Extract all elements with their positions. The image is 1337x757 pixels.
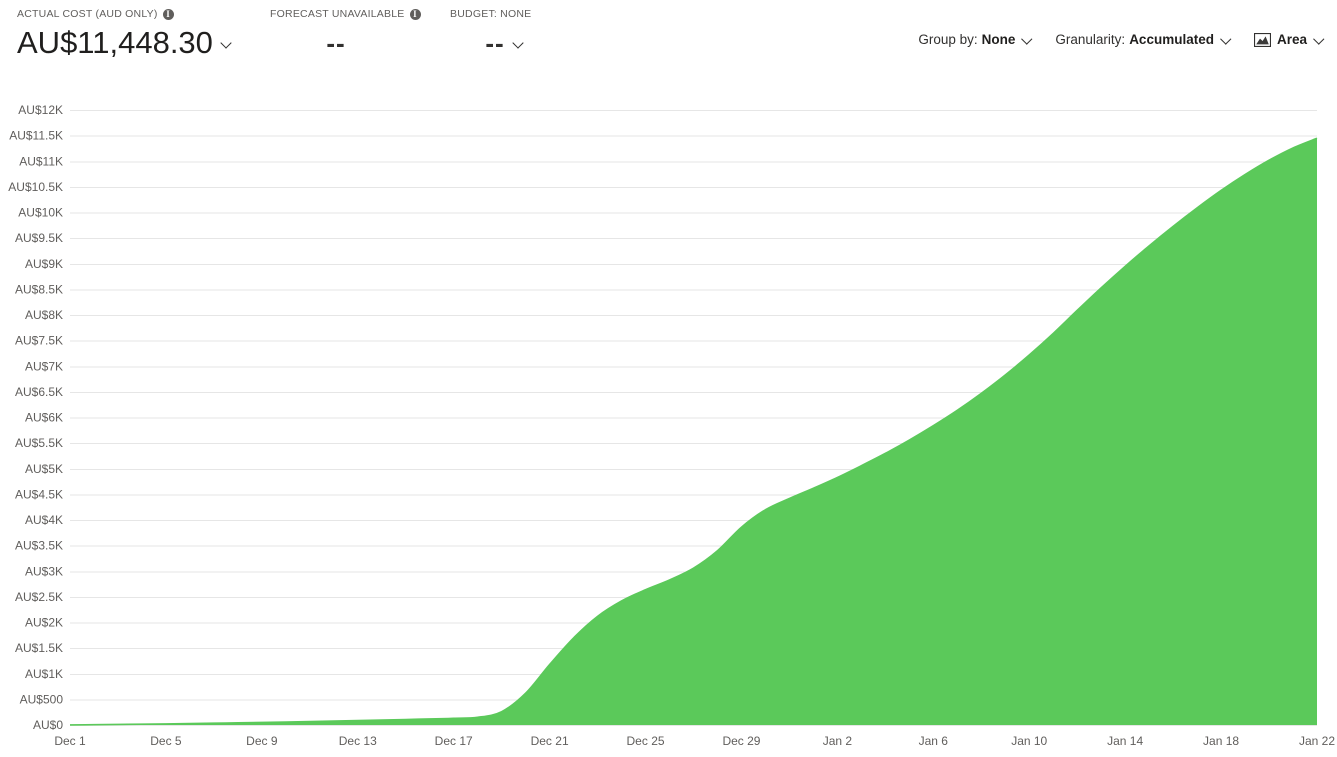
y-axis-tick-label: AU$9.5K (15, 231, 63, 245)
x-axis-tick-label: Dec 25 (627, 734, 665, 748)
chevron-down-icon[interactable] (1023, 35, 1033, 45)
y-axis-tick-label: AU$1K (25, 667, 63, 681)
y-axis-tick-label: AU$1.5K (15, 641, 63, 655)
kpi-actual-cost: ACTUAL COST (AUD ONLY) AU$11,448.30 (17, 7, 233, 63)
y-axis-tick-label: AU$10K (18, 206, 63, 220)
group-by-prefix: Group by: (918, 32, 978, 47)
kpi-budget-label-text: BUDGET: NONE (450, 8, 532, 20)
kpi-forecast-label-text: FORECAST UNAVAILABLE (270, 8, 405, 20)
y-axis-tick-label: AU$7.5K (15, 334, 63, 348)
chart-toolbar: Group by: None Granularity: Accumulated … (918, 32, 1325, 47)
x-axis-labels: Dec 1 Dec 5 Dec 9 Dec 13 Dec 17 Dec 21 Dec 25 D… (54, 734, 1335, 748)
granularity-value: Accumulated (1129, 32, 1214, 47)
x-axis-tick-label: Jan 14 (1107, 734, 1143, 748)
chevron-down-icon[interactable] (1222, 35, 1232, 45)
x-axis-tick-label: Jan 2 (823, 734, 853, 748)
chart-canvas[interactable]: AU$0 AU$500 AU$1K AU$1.5K AU$2K AU$2.5K AU$3K A… (0, 76, 1337, 757)
y-axis-tick-label: AU$11K (19, 154, 63, 168)
x-axis-tick-label: Dec 13 (339, 734, 377, 748)
kpi-forecast-value: -- (326, 28, 346, 58)
y-axis-tick-label: AU$4.5K (15, 487, 63, 501)
y-axis-tick-label: AU$6.5K (15, 385, 63, 399)
chevron-down-icon[interactable] (1315, 35, 1325, 45)
cost-area-chart: AU$0 AU$500 AU$1K AU$1.5K AU$2K AU$2.5K AU$3K A… (0, 76, 1337, 757)
y-axis-tick-label: AU$2.5K (15, 590, 63, 604)
y-axis-tick-label: AU$10.5K (8, 180, 63, 194)
granularity-prefix: Granularity: (1055, 32, 1126, 47)
y-axis-tick-label: AU$3.5K (15, 539, 63, 553)
y-axis-tick-label: AU$12K (18, 103, 63, 117)
y-axis-tick-label: AU$5.5K (15, 436, 63, 450)
group-by-value: None (981, 32, 1016, 47)
group-by-control[interactable]: Group by: None (918, 32, 1033, 47)
y-axis-tick-label: AU$3K (25, 564, 63, 578)
y-axis-tick-label: AU$4K (25, 513, 63, 527)
y-axis-tick-label: AU$0 (33, 718, 63, 732)
kpi-budget: BUDGET: NONE -- (450, 7, 590, 63)
x-axis-tick-label: Dec 9 (246, 734, 278, 748)
x-axis-tick-label: Jan 6 (919, 734, 949, 748)
y-axis-tick-label: AU$5K (25, 462, 63, 476)
series-area-actual-cost (69, 137, 1318, 726)
y-axis-tick-label: AU$7K (25, 359, 63, 373)
kpi-actual-cost-label: ACTUAL COST (AUD ONLY) (17, 7, 233, 21)
kpi-forecast-value-row: -- (270, 23, 450, 63)
y-axis-tick-label: AU$8K (25, 308, 63, 322)
kpi-budget-label: BUDGET: NONE (450, 7, 590, 21)
area-fill (70, 138, 1317, 725)
x-axis-tick-label: Dec 17 (435, 734, 473, 748)
kpi-forecast: FORECAST UNAVAILABLE -- (270, 7, 450, 63)
kpi-actual-cost-label-text: ACTUAL COST (AUD ONLY) (17, 8, 158, 20)
y-axis-tick-label: AU$6K (25, 411, 63, 425)
x-axis-tick-label: Jan 18 (1203, 734, 1239, 748)
y-axis-tick-label: AU$2K (25, 616, 63, 630)
granularity-control[interactable]: Granularity: Accumulated (1055, 32, 1232, 47)
info-icon[interactable] (162, 8, 174, 20)
chevron-down-icon[interactable] (514, 38, 525, 49)
x-axis-tick-label: Jan 10 (1011, 734, 1047, 748)
x-axis-tick-label: Dec 21 (531, 734, 569, 748)
kpi-actual-cost-value: AU$11,448.30 (17, 25, 213, 60)
chart-type-control[interactable]: Area (1253, 32, 1325, 47)
y-axis-tick-label: AU$500 (20, 692, 64, 706)
x-axis-tick-label: Jan 22 (1299, 734, 1335, 748)
x-axis-tick-label: Dec 29 (722, 734, 760, 748)
kpi-actual-cost-value-row[interactable]: AU$11,448.30 (17, 23, 233, 63)
chevron-down-icon[interactable] (222, 38, 233, 49)
kpi-forecast-label: FORECAST UNAVAILABLE (270, 7, 450, 21)
y-axis-labels: AU$0 AU$500 AU$1K AU$1.5K AU$2K AU$2.5K AU$3K A… (8, 103, 63, 732)
info-icon[interactable] (409, 8, 421, 20)
y-axis-tick-label: AU$8.5K (15, 282, 63, 296)
kpi-budget-value-row[interactable]: -- (450, 23, 590, 63)
y-axis-tick-label: AU$9K (25, 257, 63, 271)
kpi-budget-value: -- (485, 28, 505, 58)
cost-summary-header: ACTUAL COST (AUD ONLY) AU$11,448.30 FORE… (0, 0, 1337, 76)
chart-type-value: Area (1276, 32, 1307, 47)
area-chart-icon (1253, 32, 1271, 47)
y-axis-tick-label: AU$11.5K (9, 129, 63, 143)
x-axis-tick-label: Dec 1 (54, 734, 86, 748)
x-axis-tick-label: Dec 5 (150, 734, 182, 748)
